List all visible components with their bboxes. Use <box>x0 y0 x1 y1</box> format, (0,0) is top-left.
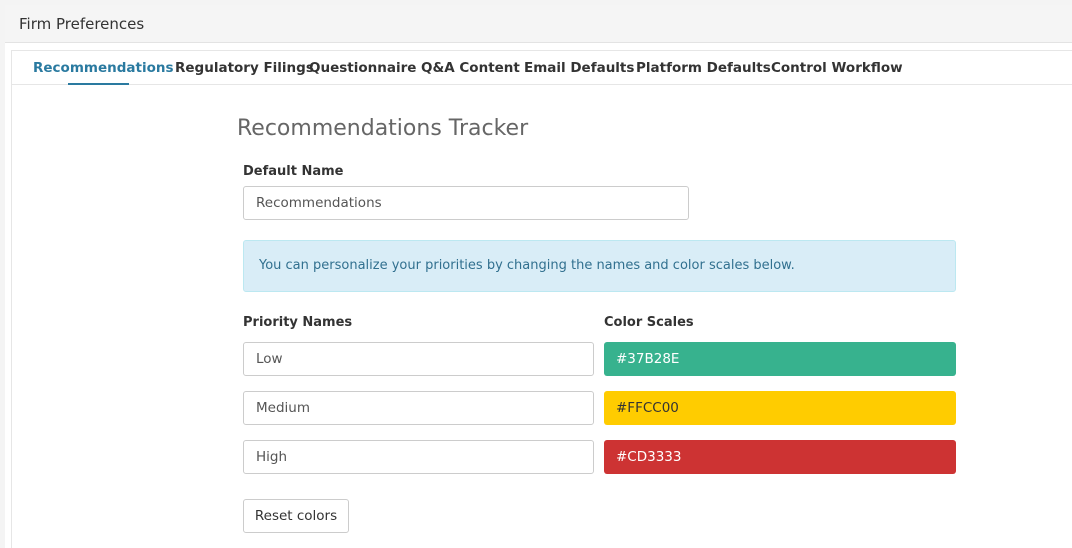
priority-name-medium-input[interactable]: Medium <box>243 391 594 425</box>
priority-name-high-input[interactable]: High <box>243 440 594 474</box>
color-scale-low-input[interactable]: #37B28E <box>604 342 956 376</box>
active-tab-indicator <box>68 83 129 85</box>
color-scale-medium-input[interactable]: #FFCC00 <box>604 391 956 425</box>
priority-name-low-input[interactable]: Low <box>243 342 594 376</box>
page-header: Firm Preferences <box>5 5 1072 43</box>
color-scale-high-input[interactable]: #CD3333 <box>604 440 956 474</box>
preferences-tabs: Recommendations Regulatory Filings Quest… <box>12 50 1072 85</box>
priority-names-label: Priority Names <box>243 315 353 330</box>
tab-recommendations[interactable]: Recommendations <box>33 59 174 77</box>
tab-regulatory-filings[interactable]: Regulatory Filings <box>175 59 314 77</box>
preferences-panel: Recommendations Regulatory Filings Quest… <box>11 50 1072 548</box>
page-title: Firm Preferences <box>19 15 145 33</box>
color-scales-label: Color Scales <box>604 315 694 330</box>
info-alert: You can personalize your priorities by c… <box>243 240 956 292</box>
default-name-label: Default Name <box>243 164 344 179</box>
tab-control-workflow[interactable]: Control Workflow <box>771 59 903 77</box>
tab-qa-content[interactable]: Q&A Content <box>421 59 520 77</box>
left-edge <box>0 0 5 548</box>
firm-preferences-page: Firm Preferences Recommendations Regulat… <box>0 0 1072 548</box>
tab-email-defaults[interactable]: Email Defaults <box>524 59 634 77</box>
tab-platform-defaults[interactable]: Platform Defaults <box>636 59 771 77</box>
tab-questionnaire[interactable]: Questionnaire <box>309 59 416 77</box>
section-title: Recommendations Tracker <box>237 116 529 141</box>
default-name-input[interactable]: Recommendations <box>243 186 689 220</box>
reset-colors-button[interactable]: Reset colors <box>243 499 349 533</box>
